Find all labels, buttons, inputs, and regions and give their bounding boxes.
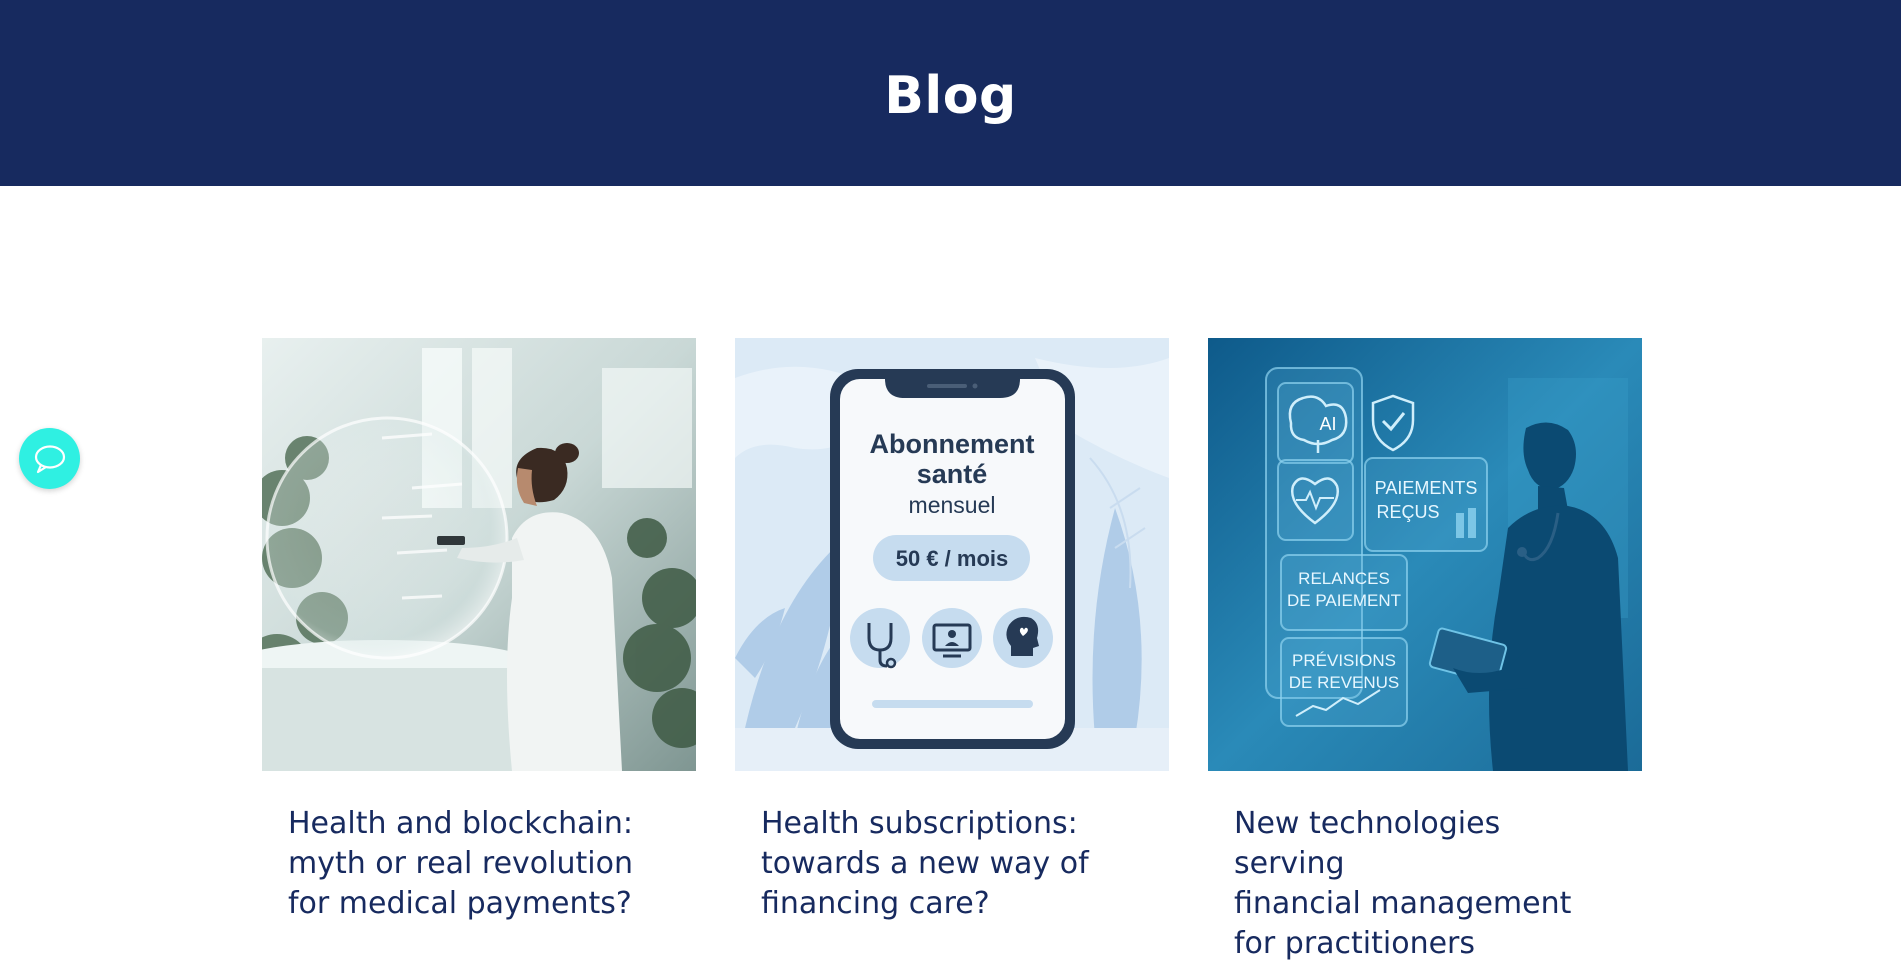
blog-card-title-line: New technologies serving (1234, 806, 1501, 881)
panel-text: DE PAIEMENT (1287, 591, 1401, 610)
page-title: Blog (884, 66, 1017, 126)
blog-card-title-line: myth or real revolution (288, 846, 633, 881)
phone-subheading-text: mensuel (909, 492, 996, 518)
blog-card-title-line: for practitioners (1234, 926, 1476, 961)
phone-subscription-illustration: Abonnement santé mensuel 50 € / mois (735, 338, 1169, 771)
chat-button[interactable] (19, 428, 80, 489)
chat-bubble-icon (34, 444, 65, 473)
blog-card[interactable]: Abonnement santé mensuel 50 € / mois Hea… (735, 338, 1169, 921)
blog-card-title[interactable]: Health subscriptions: towards a new way … (735, 804, 1169, 924)
lab-scientist-illustration (262, 338, 696, 771)
panel-text: PAIEMENTS (1375, 478, 1478, 498)
doctor-fintech-illustration: AI PAIEMENTS REÇUS RELANCES DE PAIEMENT … (1208, 338, 1642, 771)
panel-text: RELANCES (1298, 569, 1390, 588)
blog-card-image[interactable] (262, 338, 696, 771)
panel-text: REÇUS (1376, 502, 1439, 522)
panel-text: DE REVENUS (1289, 673, 1400, 692)
blog-card[interactable]: AI PAIEMENTS REÇUS RELANCES DE PAIEMENT … (1208, 338, 1642, 961)
blog-card[interactable]: Health and blockchain: myth or real revo… (262, 338, 696, 921)
ai-label: AI (1319, 414, 1336, 434)
phone-heading-text: Abonnement (870, 429, 1035, 459)
phone-price-text: 50 € / mois (896, 546, 1009, 571)
blog-card-image[interactable]: AI PAIEMENTS REÇUS RELANCES DE PAIEMENT … (1208, 338, 1642, 771)
blog-card-title[interactable]: Health and blockchain: myth or real revo… (262, 804, 696, 924)
blog-card-image[interactable]: Abonnement santé mensuel 50 € / mois (735, 338, 1169, 771)
phone-heading-text: santé (917, 459, 988, 489)
page-header: Blog (0, 0, 1901, 186)
blog-card-title-line: Health subscriptions: (761, 806, 1078, 841)
blog-card-title[interactable]: New technologies serving financial manag… (1208, 804, 1642, 964)
blog-card-title-line: towards a new way of (761, 846, 1089, 881)
panel-text: PRÉVISIONS (1292, 651, 1396, 670)
blog-card-title-line: Health and blockchain: (288, 806, 633, 841)
